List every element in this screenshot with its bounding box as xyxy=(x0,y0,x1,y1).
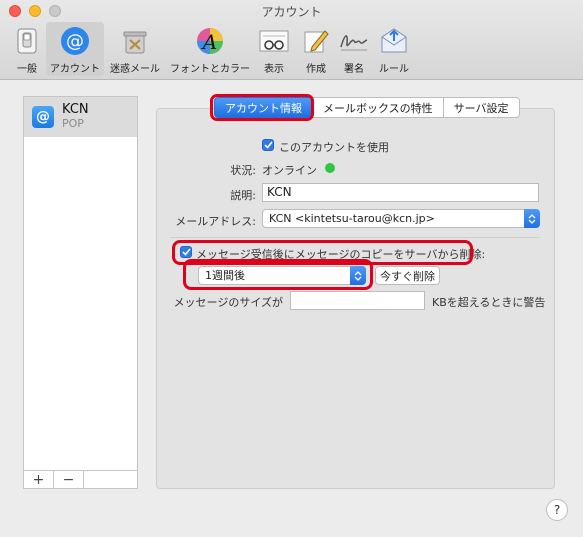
status-label: 状況: xyxy=(230,164,256,177)
toolbar-item-accounts[interactable]: @ アカウント xyxy=(46,22,104,76)
svg-text:@: @ xyxy=(66,31,84,52)
highlight-frame-tab xyxy=(210,94,314,121)
email-select[interactable]: KCN <kintetsu-tarou@kcn.jp> xyxy=(262,209,540,228)
tab-mailbox-behaviors[interactable]: メールボックスの特性 xyxy=(313,97,444,118)
add-account-button[interactable]: + xyxy=(24,471,54,488)
remove-account-button[interactable]: − xyxy=(54,471,84,488)
remove-now-button[interactable]: 今すぐ削除 xyxy=(375,266,440,285)
toolbar-item-general[interactable]: 一般 xyxy=(8,22,46,76)
size-label: メッセージのサイズが xyxy=(173,296,283,309)
account-type: POP xyxy=(62,117,84,130)
account-row-kcn[interactable]: @ KCN POP xyxy=(24,97,137,137)
switch-icon xyxy=(11,25,43,57)
toolbar-item-fonts-colors[interactable]: A フォントとカラー xyxy=(168,22,252,76)
toolbar-item-junk[interactable]: 迷惑メール xyxy=(106,22,164,76)
title-bar: アカウント 一般 @ アカウント 迷惑メール A フォントとカラー 表示 作成 … xyxy=(0,0,583,80)
status-indicator xyxy=(325,163,335,173)
help-button[interactable]: ? xyxy=(546,499,568,521)
pencil-icon xyxy=(300,25,332,57)
account-list: @ KCN POP + − xyxy=(23,96,138,489)
toolbar-item-composing[interactable]: 作成 xyxy=(298,22,334,76)
at-icon: @ xyxy=(32,106,54,128)
at-icon: @ xyxy=(59,25,91,57)
description-field[interactable]: KCN xyxy=(262,183,539,202)
svg-text:A: A xyxy=(201,30,217,54)
email-label: メールアドレス: xyxy=(175,215,256,228)
size-field[interactable] xyxy=(290,291,425,310)
glasses-icon xyxy=(258,25,290,57)
preferences-window: アカウント 一般 @ アカウント 迷惑メール A フォントとカラー 表示 作成 … xyxy=(0,0,583,537)
updown-arrows-icon xyxy=(524,209,540,228)
status-value: オンライン xyxy=(262,164,317,177)
window-title: アカウント xyxy=(261,5,322,19)
signature-icon xyxy=(338,25,370,57)
highlight-frame-remove-after xyxy=(183,259,373,290)
font-color-icon: A xyxy=(194,25,226,57)
toolbar-item-signatures[interactable]: 署名 xyxy=(336,22,372,76)
size-suffix-label: KBを超えるときに警告 xyxy=(432,296,546,309)
toolbar-item-rules[interactable]: ルール xyxy=(374,22,414,76)
tab-server-settings[interactable]: サーバ設定 xyxy=(443,97,520,118)
toolbar-item-viewing[interactable]: 表示 xyxy=(256,22,292,76)
use-account-checkbox[interactable] xyxy=(262,139,274,151)
account-list-footer: + − xyxy=(24,470,137,488)
trash-icon xyxy=(119,25,151,57)
rules-icon xyxy=(378,25,410,57)
description-label: 説明: xyxy=(230,189,256,202)
divider xyxy=(170,237,540,238)
checkmark-icon xyxy=(263,141,273,149)
account-name: KCN xyxy=(62,102,89,117)
use-account-label: このアカウントを使用 xyxy=(279,141,389,154)
email-select-value: KCN <kintetsu-tarou@kcn.jp> xyxy=(269,212,435,225)
